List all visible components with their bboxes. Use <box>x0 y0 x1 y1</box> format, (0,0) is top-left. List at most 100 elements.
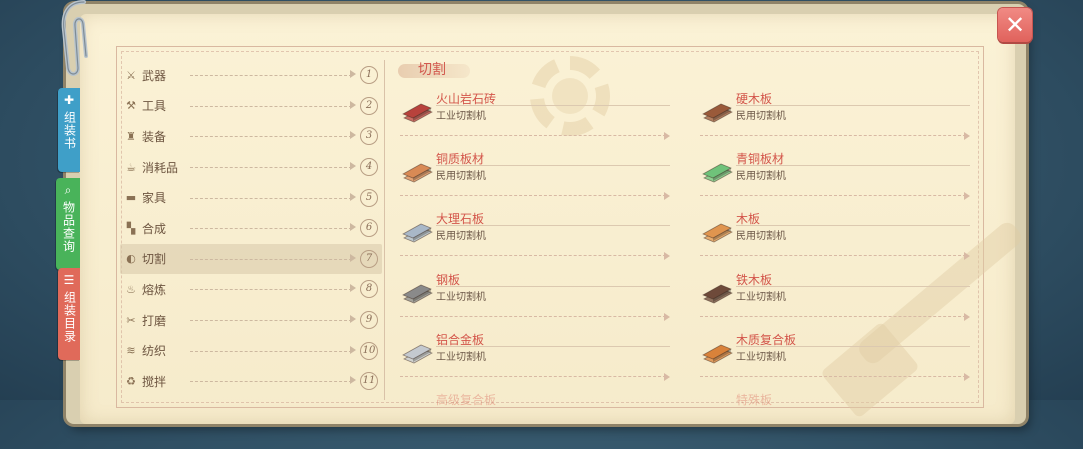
recipe-underline <box>736 285 970 287</box>
mixer-icon: ♻ <box>126 374 136 388</box>
tab-label: 物品查询 <box>61 201 76 253</box>
dashed-leader-line <box>190 136 352 138</box>
menu-item-fire[interactable]: ♨ 熔炼 8 <box>120 274 382 305</box>
dashed-leader-line <box>190 75 352 77</box>
close-button[interactable]: ✕ <box>998 8 1032 42</box>
menu-item-hammer[interactable]: ⚒ 工具 2 <box>120 91 382 122</box>
recipe-item[interactable]: 青铜板材 民用切割机 <box>700 150 980 208</box>
magnifier-icon: ⌕ <box>64 183 72 197</box>
recipe-item[interactable]: 火山岩石砖 工业切割机 <box>400 90 680 148</box>
recipe-item[interactable]: 大理石板 民用切割机 <box>400 210 680 268</box>
leader-arrow-icon <box>350 284 356 293</box>
recipe-item[interactable]: 铁木板 工业切割机 <box>700 271 980 329</box>
recipe-item[interactable]: 木板 民用切割机 <box>700 210 980 268</box>
ironwood-plank-icon <box>700 279 736 309</box>
menu-item-number: 4 <box>360 158 378 177</box>
recipe-underline <box>736 165 970 167</box>
paperclip-icon <box>61 0 88 76</box>
recipe-item[interactable]: 铝合金板 工业切割机 <box>400 331 680 389</box>
leader-arrow-icon <box>350 315 356 324</box>
arrow-icon <box>964 312 970 321</box>
dashed-leader-line <box>190 228 352 230</box>
menu-item-furniture[interactable]: ▬ 家具 5 <box>120 182 382 213</box>
menu-item-saw[interactable]: ◐ 切割 7 <box>120 243 382 275</box>
wood-plank-icon <box>700 218 736 248</box>
column-divider <box>384 60 385 400</box>
blocks-icon: ▚ <box>126 221 136 235</box>
recipe-item[interactable]: 木质复合板 工业切割机 <box>700 331 980 389</box>
dashed-leader-line <box>190 105 352 107</box>
menu-item-grind[interactable]: ✂ 打磨 9 <box>120 305 382 336</box>
recipe-item[interactable]: 钢板 工业切割机 <box>400 271 680 329</box>
menu-item-sword[interactable]: ⚔ 武器 1 <box>120 60 382 91</box>
dashed-leader-line <box>190 350 352 352</box>
menu-item-label: 合成 <box>142 221 167 236</box>
tab-assembly-catalog[interactable]: ☰ 组装目录 <box>58 268 80 360</box>
leader-arrow-icon <box>350 192 356 201</box>
tab-label: 组装目录 <box>62 291 77 343</box>
leader-arrow-icon <box>350 253 356 262</box>
leader-arrow-icon <box>350 70 356 79</box>
steel-plate-icon <box>400 279 436 309</box>
recipe-underline <box>436 225 670 227</box>
sword-icon: ⚔ <box>126 68 136 82</box>
recipe-underline <box>736 225 970 227</box>
tab-item-search[interactable]: ⌕ 物品查询 <box>56 178 80 270</box>
arrow-icon <box>964 132 970 140</box>
recipe-dashed-line <box>700 195 966 197</box>
recipe-item[interactable]: 硬木板 民用切割机 <box>700 90 980 148</box>
menu-item-label: 武器 <box>142 68 167 83</box>
furniture-icon: ▬ <box>125 191 137 205</box>
recipe-underline <box>436 285 670 287</box>
recipe-machine: 工业切割机 <box>436 111 486 122</box>
leader-arrow-icon <box>350 131 356 140</box>
recipe-dashed-line <box>400 135 666 136</box>
menu-item-number: 7 <box>360 249 378 268</box>
saw-icon: ◐ <box>126 252 136 266</box>
recipe-dashed-line <box>700 315 966 317</box>
menu-item-label: 工具 <box>142 99 167 114</box>
menu-item-number: 6 <box>360 219 378 238</box>
armor-icon: ♜ <box>126 129 136 143</box>
leader-arrow-icon <box>350 345 356 354</box>
arrow-icon <box>664 192 670 201</box>
recipe-dashed-line <box>400 195 666 197</box>
recipe-underline <box>436 345 670 347</box>
menu-item-label: 搅拌 <box>142 374 167 389</box>
menu-item-armor[interactable]: ♜ 装备 3 <box>120 121 382 152</box>
recipe-underline <box>736 345 970 347</box>
menu-item-food[interactable]: ☕ 消耗品 4 <box>120 152 382 183</box>
menu-item-number: 11 <box>360 372 378 391</box>
section-title-text: 切割 <box>418 62 446 78</box>
dashed-leader-line <box>190 197 352 199</box>
leader-arrow-icon <box>350 223 356 232</box>
recipe-underline <box>436 105 670 106</box>
menu-item-blocks[interactable]: ▚ 合成 6 <box>120 213 382 244</box>
menu-item-number: 3 <box>360 127 378 146</box>
recipe-item[interactable]: 铜质板材 民用切割机 <box>400 150 680 208</box>
hardwood-plank-icon <box>700 98 736 128</box>
arrow-icon <box>664 252 670 261</box>
section-title: 切割 <box>398 58 478 80</box>
recipe-dashed-line <box>400 255 666 257</box>
wrench-icon: ✚ <box>63 93 75 107</box>
hammer-icon: ⚒ <box>126 99 136 113</box>
bronze-plate-icon <box>700 158 736 188</box>
recipe-underline <box>436 165 670 167</box>
recipe-machine: 民用切割机 <box>736 171 786 183</box>
menu-item-mixer[interactable]: ♻ 搅拌 11 <box>120 366 382 397</box>
menu-item-number: 10 <box>360 341 378 360</box>
dashed-leader-line <box>190 320 352 322</box>
aluminum-plate-icon <box>400 339 436 369</box>
weave-icon: ≋ <box>126 344 136 358</box>
composite-plate-icon <box>400 399 436 429</box>
menu-item-weave[interactable]: ≋ 纺织 10 <box>120 335 382 366</box>
recipe-dashed-line <box>700 135 966 136</box>
dashed-leader-line <box>190 167 352 169</box>
tab-assembly-book[interactable]: ✚ 组装书 <box>58 88 80 172</box>
menu-item-label: 消耗品 <box>142 160 179 175</box>
menu-item-number: 8 <box>360 280 378 299</box>
recipe-dashed-line <box>400 375 666 377</box>
menu-item-label: 家具 <box>142 191 167 206</box>
menu-item-label: 切割 <box>142 252 167 267</box>
